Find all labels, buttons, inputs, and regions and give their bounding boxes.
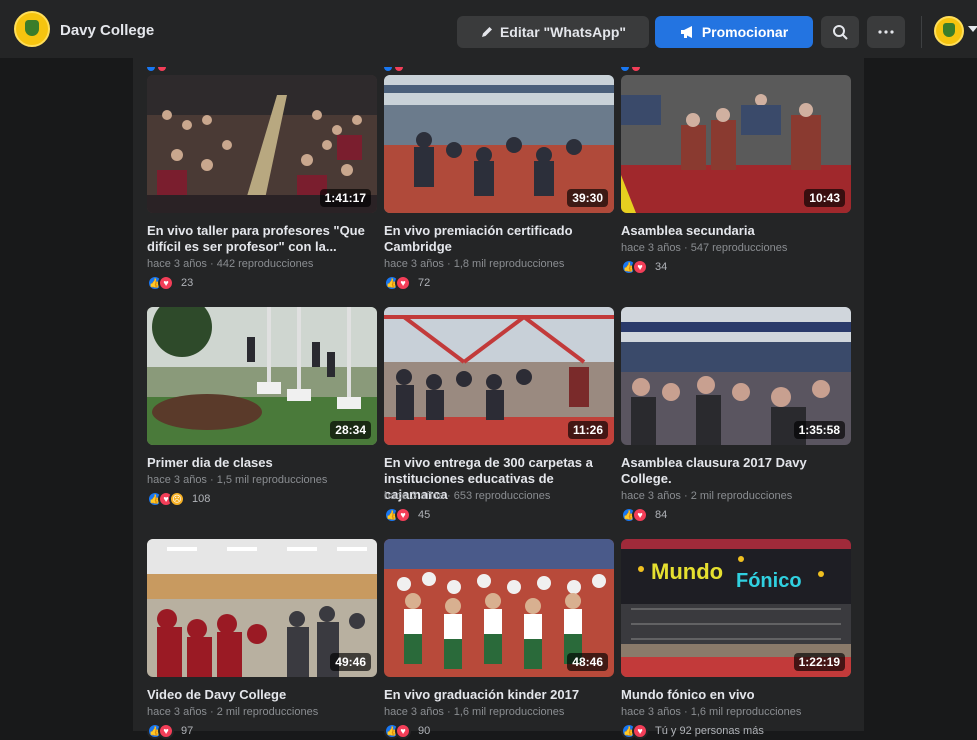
- love-reaction-icon: ♥: [632, 259, 648, 275]
- video-thumbnail[interactable]: 1:35:58: [621, 307, 851, 445]
- video-duration: 1:41:17: [319, 189, 371, 207]
- promote-button[interactable]: Promocionar: [655, 16, 813, 48]
- reactions-summary[interactable]: 👍 ♥ 34: [621, 258, 667, 276]
- love-reaction-icon: ♥: [395, 507, 411, 523]
- love-reaction-icon: ♥: [395, 275, 411, 291]
- reactions-summary[interactable]: 👍 ♥ 90: [384, 722, 430, 740]
- video-thumbnail[interactable]: 1:41:17: [147, 75, 377, 213]
- video-meta: hace 3 años · 547 reproducciones: [621, 242, 788, 254]
- reaction-count: 45: [418, 509, 431, 521]
- reaction-count: 72: [418, 277, 431, 289]
- video-duration: 28:34: [330, 421, 371, 439]
- video-thumbnail[interactable]: 28:34: [147, 307, 377, 445]
- toolbar-divider: [921, 16, 922, 48]
- chevron-down-icon[interactable]: [968, 26, 977, 32]
- video-meta: hace 3 años · 2 mil reproducciones: [621, 490, 793, 502]
- video-duration: 49:46: [330, 653, 371, 671]
- reactions-summary[interactable]: 👍 ♥ Tú y 92 personas más: [621, 722, 764, 740]
- video-thumbnail[interactable]: 11:26: [384, 307, 614, 445]
- reaction-count: Tú y 92 personas más: [655, 725, 764, 737]
- video-meta: hace 3 años · 1,5 mil reproducciones: [147, 474, 328, 486]
- page-name[interactable]: Davy College: [60, 22, 154, 39]
- video-meta: hace 3 años · 442 reproducciones: [147, 258, 314, 270]
- video-title[interactable]: Video de Davy College: [147, 687, 383, 703]
- video-duration: 1:22:19: [793, 653, 845, 671]
- previous-row-reactions: [147, 58, 207, 71]
- previous-row-reactions: [384, 58, 444, 71]
- reaction-count: 34: [655, 261, 668, 273]
- sad-reaction-icon: ☹: [169, 491, 185, 507]
- video-duration: 39:30: [567, 189, 608, 207]
- video-title[interactable]: Mundo fónico en vivo: [621, 687, 857, 703]
- video-meta: hace 3 años · 1,8 mil reproducciones: [384, 258, 565, 270]
- ellipsis-icon: [878, 30, 894, 34]
- svg-text:Fónico: Fónico: [736, 570, 802, 592]
- video-title[interactable]: Asamblea clausura 2017 Davy College.: [621, 455, 857, 487]
- search-icon: [833, 25, 848, 40]
- love-reaction-icon: ♥: [158, 275, 174, 291]
- pencil-icon: [481, 27, 492, 37]
- video-title[interactable]: Primer dia de clases: [147, 455, 383, 471]
- top-bar: Davy College Editar "WhatsApp" Promocion…: [0, 0, 977, 58]
- video-meta: hace 3 años · 2 mil reproducciones: [147, 706, 319, 718]
- love-reaction-icon: ♥: [395, 723, 411, 739]
- reaction-count: 108: [192, 493, 211, 505]
- reaction-count: 84: [655, 509, 668, 521]
- video-meta: hace 3 años · 653 reproducciones: [384, 490, 551, 502]
- video-title[interactable]: Asamblea secundaria: [621, 223, 857, 239]
- megaphone-icon: [680, 26, 692, 38]
- love-reaction-icon: ♥: [158, 723, 174, 739]
- reactions-summary[interactable]: 👍 ♥ 23: [147, 274, 193, 292]
- video-duration: 48:46: [567, 653, 608, 671]
- reactions-summary[interactable]: 👍 ♥ 84: [621, 506, 667, 524]
- video-title[interactable]: En vivo premiación certificado Cambridge: [384, 223, 620, 255]
- previous-row-reactions: [621, 58, 681, 71]
- video-thumbnail[interactable]: 48:46: [384, 539, 614, 677]
- promote-label: Promocionar: [701, 24, 789, 40]
- love-reaction-icon: ♥: [632, 507, 648, 523]
- reactions-summary[interactable]: 👍 ♥ 72: [384, 274, 430, 292]
- video-title[interactable]: En vivo graduación kinder 2017: [384, 687, 620, 703]
- videos-panel: 1:41:17 En vivo taller para profesores "…: [133, 58, 864, 739]
- reaction-count: 23: [181, 277, 194, 289]
- video-thumbnail[interactable]: Mundo Fónico 1:22:19: [621, 539, 851, 677]
- more-options-button[interactable]: [867, 16, 905, 48]
- love-reaction-icon: ♥: [632, 723, 648, 739]
- video-meta: hace 3 años · 1,6 mil reproducciones: [621, 706, 802, 718]
- video-thumbnail[interactable]: 10:43: [621, 75, 851, 213]
- video-meta: hace 3 años · 1,6 mil reproducciones: [384, 706, 565, 718]
- profile-avatar[interactable]: [934, 16, 964, 46]
- svg-text:Mundo: Mundo: [651, 559, 723, 584]
- video-duration: 1:35:58: [793, 421, 845, 439]
- video-duration: 10:43: [804, 189, 845, 207]
- reaction-count: 97: [181, 725, 194, 737]
- video-thumbnail[interactable]: 49:46: [147, 539, 377, 677]
- reaction-count: 90: [418, 725, 431, 737]
- reactions-summary[interactable]: 👍 ♥ 97: [147, 722, 193, 740]
- search-button[interactable]: [821, 16, 859, 48]
- edit-whatsapp-button[interactable]: Editar "WhatsApp": [457, 16, 649, 48]
- video-thumbnail[interactable]: 39:30: [384, 75, 614, 213]
- reactions-summary[interactable]: 👍 ♥ ☹ 108: [147, 490, 210, 508]
- edit-whatsapp-label: Editar "WhatsApp": [499, 24, 627, 40]
- page-logo-icon[interactable]: [14, 11, 50, 47]
- video-title[interactable]: En vivo taller para profesores "Que difí…: [147, 223, 383, 255]
- video-duration: 11:26: [567, 421, 608, 439]
- reactions-summary[interactable]: 👍 ♥ 45: [384, 506, 430, 524]
